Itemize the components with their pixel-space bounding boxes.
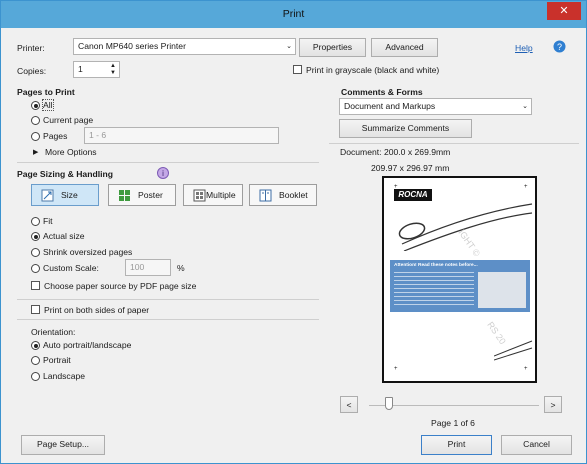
pages-range-input[interactable]: 1 - 6 xyxy=(84,127,279,144)
info-icon[interactable]: i xyxy=(157,167,169,179)
document-size: Document: 200.0 x 269.9mm xyxy=(340,147,451,157)
comments-select[interactable]: Document and Markups ⌄ xyxy=(339,98,532,115)
svg-text:i: i xyxy=(162,169,164,178)
preview-corner-mark: + xyxy=(394,184,398,190)
multiple-pages-icon xyxy=(193,189,206,202)
page-indicator: Page 1 of 6 xyxy=(431,418,475,428)
pages-range-radio[interactable] xyxy=(31,132,40,141)
both-sides-label: Print on both sides of paper xyxy=(44,305,150,315)
multiple-tool-button[interactable]: Multiple xyxy=(183,184,243,206)
print-preview: ROCNA IGHT © Attention! Read these notes… xyxy=(382,176,537,383)
poster-tool-label: Poster xyxy=(138,190,163,200)
properties-button[interactable]: Properties xyxy=(299,38,366,57)
chevron-down-icon: ⌄ xyxy=(286,43,292,50)
preview-corner-mark: + xyxy=(394,366,398,372)
preview-banner: Attention! Read these notes before... xyxy=(390,260,530,312)
window-title: Print xyxy=(282,8,305,20)
svg-text:?: ? xyxy=(557,42,562,52)
close-icon: ✕ xyxy=(559,5,569,17)
cancel-button[interactable]: Cancel xyxy=(501,435,572,455)
title-bar: Print ✕ xyxy=(1,1,586,28)
grayscale-label: Print in grayscale (black and white) xyxy=(306,65,440,75)
percent-label: % xyxy=(177,263,185,273)
printer-select[interactable]: Canon MP640 series Printer ⌄ xyxy=(73,38,296,55)
size-tool-button[interactable]: Size xyxy=(31,184,99,206)
actual-size-radio[interactable] xyxy=(31,232,40,241)
current-page-label: Current page xyxy=(43,115,94,125)
current-page-radio[interactable] xyxy=(31,116,40,125)
page-slider-thumb[interactable] xyxy=(385,397,393,410)
copies-input[interactable]: 1 ▲ ▼ xyxy=(73,61,120,78)
auto-orientation-radio[interactable] xyxy=(31,341,40,350)
advanced-button[interactable]: Advanced xyxy=(371,38,438,57)
custom-scale-radio[interactable] xyxy=(31,264,40,273)
booklet-icon xyxy=(259,189,272,202)
preview-text-lines xyxy=(394,272,474,308)
paper-source-checkbox[interactable] xyxy=(31,281,40,290)
both-sides-checkbox[interactable] xyxy=(31,305,40,314)
multiple-tool-label: Multiple xyxy=(206,190,236,200)
poster-tool-button[interactable]: Poster xyxy=(108,184,176,206)
booklet-tool-label: Booklet xyxy=(279,190,308,200)
paper-source-label: Choose paper source by PDF page size xyxy=(44,281,197,291)
copies-value: 1 xyxy=(78,64,83,74)
divider xyxy=(17,319,319,320)
preview-screenshot xyxy=(478,272,526,308)
page-setup-button[interactable]: Page Setup... xyxy=(21,435,105,455)
help-link[interactable]: Help xyxy=(515,43,533,53)
actual-size-label: Actual size xyxy=(43,231,85,241)
summarize-comments-button[interactable]: Summarize Comments xyxy=(339,119,472,138)
fit-label: Fit xyxy=(43,216,53,226)
auto-orientation-label: Auto portrait/landscape xyxy=(43,340,132,350)
preview-banner-text: Attention! Read these notes before... xyxy=(394,263,478,268)
fit-radio[interactable] xyxy=(31,217,40,226)
paper-size: 209.97 x 296.97 mm xyxy=(371,163,450,173)
next-page-button[interactable]: > xyxy=(544,396,562,413)
printer-label: Printer: xyxy=(17,43,45,53)
landscape-label: Landscape xyxy=(43,371,86,381)
preview-line-drawing xyxy=(494,340,533,361)
booklet-tool-button[interactable]: Booklet xyxy=(249,184,317,206)
printer-value: Canon MP640 series Printer xyxy=(78,41,186,51)
expand-icon[interactable]: ▶ xyxy=(33,148,38,156)
size-tool-label: Size xyxy=(61,190,78,200)
copies-label: Copies: xyxy=(17,66,47,76)
portrait-radio[interactable] xyxy=(31,356,40,365)
pages-range-label: Pages xyxy=(43,131,68,141)
orientation-label: Orientation: xyxy=(31,327,76,337)
divider xyxy=(17,162,319,163)
close-button[interactable]: ✕ xyxy=(547,2,581,20)
all-pages-label: All xyxy=(42,99,54,111)
grayscale-checkbox[interactable] xyxy=(293,65,302,74)
print-dialog: Print ✕ Printer: Canon MP640 series Prin… xyxy=(0,0,587,464)
help-icon[interactable]: ? xyxy=(553,40,566,53)
print-button[interactable]: Print xyxy=(421,435,492,455)
comments-title: Comments & Forms xyxy=(341,87,423,97)
previous-page-button[interactable]: < xyxy=(340,396,358,413)
comments-value: Document and Markups xyxy=(344,101,436,111)
divider xyxy=(329,143,579,144)
portrait-label: Portrait xyxy=(43,355,71,365)
preview-corner-mark: + xyxy=(524,366,528,372)
more-options-link[interactable]: More Options xyxy=(45,147,97,157)
divider xyxy=(17,299,319,300)
preview-corner-mark: + xyxy=(524,184,528,190)
landscape-radio[interactable] xyxy=(31,372,40,381)
size-icon xyxy=(41,189,54,202)
all-pages-radio[interactable] xyxy=(31,101,40,110)
poster-icon xyxy=(119,190,130,201)
shrink-label: Shrink oversized pages xyxy=(43,247,133,257)
sizing-title: Page Sizing & Handling xyxy=(17,169,113,179)
chevron-down-icon: ⌄ xyxy=(522,103,528,110)
custom-scale-input[interactable]: 100 xyxy=(125,259,171,276)
custom-scale-label: Custom Scale: xyxy=(43,263,99,273)
spinner-icon[interactable]: ▲ ▼ xyxy=(110,63,116,77)
page-slider-track xyxy=(369,405,539,406)
pages-to-print-title: Pages to Print xyxy=(17,87,75,97)
shrink-radio[interactable] xyxy=(31,248,40,257)
